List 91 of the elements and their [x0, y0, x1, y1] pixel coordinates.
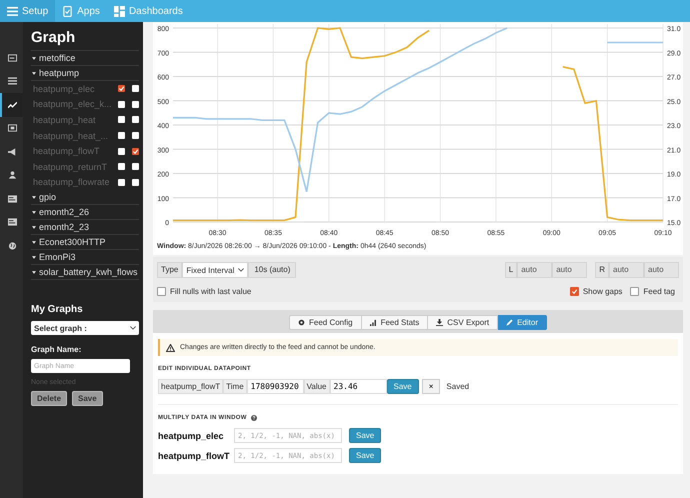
right-axis-checkbox[interactable]: [132, 163, 139, 170]
feed-group[interactable]: emonth2_26: [39, 207, 90, 218]
axis-min-field[interactable]: auto: [517, 262, 552, 278]
left-axis-checkbox[interactable]: [118, 116, 125, 124]
bar-chart-icon: [370, 319, 377, 326]
box-icon: [8, 124, 17, 132]
tab[interactable]: Feed Config: [289, 315, 362, 330]
interval-field[interactable]: 10s (auto): [248, 262, 296, 278]
axis-max-field[interactable]: auto: [644, 262, 679, 278]
menu-icon: [7, 6, 18, 16]
option-label: Feed tag: [643, 287, 675, 296]
field-label: Graph Name:: [31, 345, 82, 354]
left-axis-checkbox[interactable]: [118, 100, 125, 108]
section-title: My Graphs: [31, 304, 84, 316]
feed-name: heatpump_returnT: [33, 162, 108, 172]
feed-name: heatpump_heat: [33, 114, 97, 125]
download-icon: [436, 319, 444, 326]
axis-label: L: [504, 262, 518, 278]
chevron-icon: [238, 268, 244, 272]
caret-icon: [32, 72, 36, 74]
option-checkbox[interactable]: [570, 287, 579, 296]
feed-name: heatpump_heat_...: [33, 130, 110, 141]
feed-group[interactable]: EmonPi3: [39, 252, 76, 262]
right-axis-checkbox[interactable]: [132, 100, 139, 108]
caret-icon: [32, 56, 36, 60]
chevron-icon: [130, 326, 136, 330]
caret-icon: [32, 256, 36, 259]
feed-group[interactable]: gpio: [39, 192, 56, 202]
list-icon: [8, 77, 17, 86]
status-text: Saved: [446, 382, 470, 391]
clear-button[interactable]: ×: [422, 379, 440, 394]
caret-icon: [32, 210, 36, 214]
option-checkbox[interactable]: [157, 287, 166, 296]
gear-icon: [298, 319, 305, 326]
left-axis-checkbox[interactable]: [118, 178, 125, 186]
feed-name: heatpump_flowrate: [33, 177, 111, 188]
tab[interactable]: CSV Export: [428, 315, 498, 330]
user-icon: [8, 171, 17, 180]
pencil-icon: [506, 319, 514, 326]
value-label: Value: [304, 379, 330, 394]
feed-name: heatpump_flowT: [158, 450, 230, 460]
card-icon: [8, 194, 17, 203]
sidebar-button[interactable]: Save: [72, 391, 103, 406]
feed-name: heatpump_elec: [158, 430, 225, 440]
axis-label: R: [595, 262, 609, 278]
right-axis-checkbox[interactable]: [132, 85, 139, 92]
caret-icon: [32, 226, 36, 229]
axis-min-field[interactable]: auto: [609, 262, 644, 278]
globe-icon: [8, 242, 17, 250]
right-axis-checkbox[interactable]: [132, 132, 139, 140]
left-axis-checkbox[interactable]: [118, 163, 125, 170]
feed-group[interactable]: heatpump: [39, 68, 80, 78]
axis-max-field[interactable]: auto: [552, 262, 588, 278]
left-axis-checkbox[interactable]: [118, 132, 125, 140]
left-axis-checkbox[interactable]: [118, 148, 125, 155]
feed-label: heatpump_flowT: [158, 379, 224, 394]
feed-group[interactable]: emonth2_23: [39, 222, 90, 232]
option-checkbox[interactable]: [630, 287, 640, 296]
type-select[interactable]: Fixed Interval: [182, 262, 248, 278]
help-icon[interactable]: [250, 415, 257, 421]
feed-name: heatpump_elec: [33, 84, 96, 94]
caret-icon: [32, 270, 36, 274]
right-axis-checkbox[interactable]: [132, 116, 139, 124]
feed-name: heatpump_elec_k...: [33, 99, 111, 110]
feed-group[interactable]: metoffice: [39, 53, 76, 63]
graph-select[interactable]: Select graph :: [31, 321, 139, 336]
feed-group[interactable]: solar_battery_kwh_flows: [39, 267, 138, 278]
value-field[interactable]: 23.46: [330, 379, 387, 394]
caret-icon: [32, 240, 36, 244]
tablet-icon: [62, 6, 74, 16]
caret-icon: [32, 196, 36, 199]
time-field[interactable]: 1780903920: [246, 379, 304, 394]
megaphone-icon: [8, 148, 17, 156]
feed-group[interactable]: Econet300HTTP: [39, 237, 106, 248]
sidebar-title: Graph: [31, 26, 139, 51]
feed-name: heatpump_flowT: [33, 146, 101, 156]
sidebar-button[interactable]: Delete: [31, 391, 68, 406]
time-label: Time: [223, 379, 247, 394]
right-axis-checkbox[interactable]: [132, 178, 139, 186]
option-label: Fill nulls with last value: [170, 287, 252, 296]
left-axis-checkbox[interactable]: [118, 85, 125, 92]
dashboard-icon: [114, 6, 125, 16]
graph-icon: [8, 100, 17, 109]
type-label: Type: [157, 262, 182, 278]
tab[interactable]: Editor: [498, 315, 547, 330]
tab[interactable]: Feed Stats: [362, 315, 428, 330]
login-icon: [8, 54, 17, 62]
warning-icon: [166, 344, 175, 352]
option-label: Show gaps: [582, 287, 622, 296]
right-axis-checkbox[interactable]: [132, 148, 139, 155]
card-icon: [8, 218, 17, 226]
